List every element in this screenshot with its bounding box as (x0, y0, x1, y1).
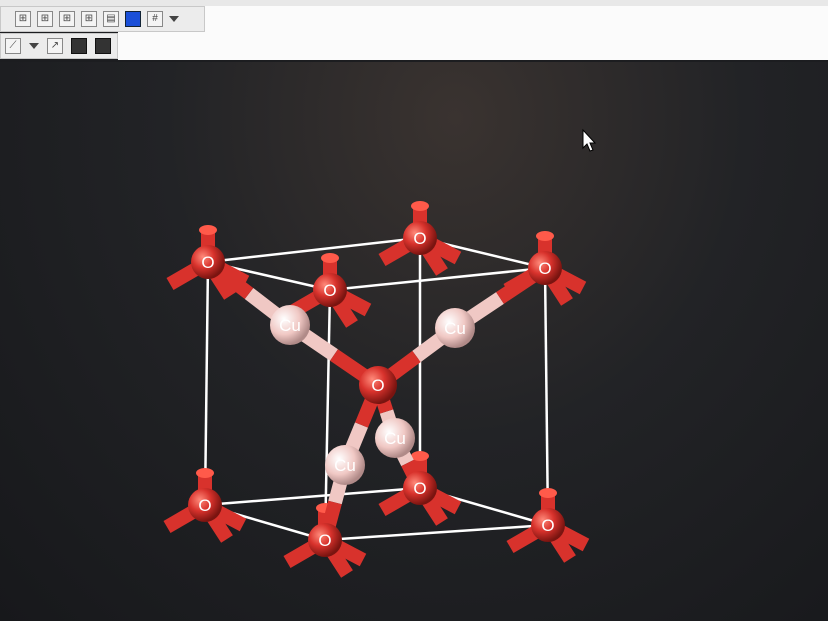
atom-label: O (198, 496, 211, 515)
copper-atom[interactable]: Cu (375, 418, 415, 458)
atom-label: O (413, 229, 426, 248)
mouse-cursor-icon (582, 128, 597, 152)
crystal-structure-view[interactable]: O O O O O O O O O Cu Cu Cu Cu (0, 0, 828, 621)
bond-cap (411, 451, 429, 461)
unit-cell-edge (543, 267, 550, 526)
oxygen-atom[interactable]: O (403, 221, 437, 255)
atom-label: O (371, 376, 384, 395)
atom-label: Cu (279, 316, 301, 335)
oxygen-atom[interactable]: O (528, 251, 562, 285)
oxygen-atom[interactable]: O (403, 471, 437, 505)
atom-label: Cu (384, 429, 406, 448)
atom-label: Cu (334, 456, 356, 475)
atom-label: O (318, 531, 331, 550)
bond-cap (536, 231, 554, 241)
atom-label: O (323, 281, 336, 300)
atom-label: O (413, 479, 426, 498)
atom-label: O (541, 516, 554, 535)
bond-cap (411, 201, 429, 211)
atom-label: O (538, 259, 551, 278)
oxygen-atom[interactable]: O (531, 508, 565, 542)
oxygen-atom[interactable]: O (313, 273, 347, 307)
bond-cap (199, 225, 217, 235)
bond-cap (196, 468, 214, 478)
atom-label: Cu (444, 319, 466, 338)
oxygen-atom[interactable]: O (308, 523, 342, 557)
bond-cap (321, 253, 339, 263)
oxygen-atom[interactable]: O (359, 366, 397, 404)
oxygen-atom[interactable]: O (188, 488, 222, 522)
copper-atom[interactable]: Cu (325, 445, 365, 485)
copper-atom[interactable]: Cu (435, 308, 475, 348)
oxygen-atom[interactable]: O (191, 245, 225, 279)
copper-atom[interactable]: Cu (270, 305, 310, 345)
bond-cap (539, 488, 557, 498)
atom-label: O (201, 253, 214, 272)
